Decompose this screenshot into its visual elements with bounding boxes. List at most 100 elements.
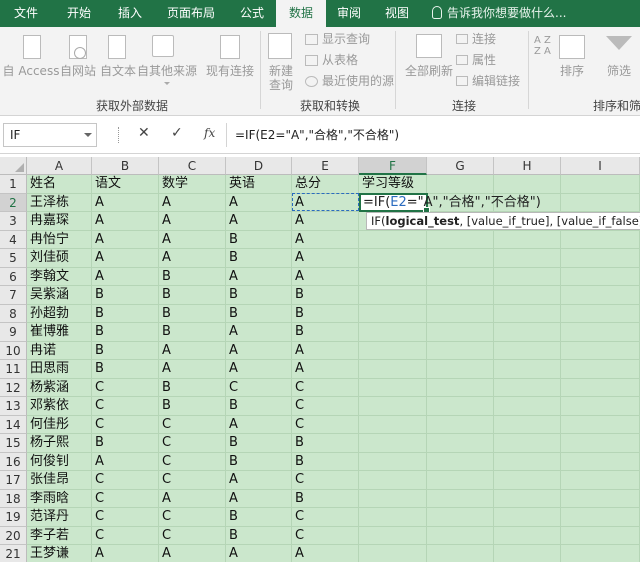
row-header-20[interactable]: 20 (0, 526, 27, 545)
worksheet-grid[interactable]: ABCDEFGHI 1 2 3 4 5 6 7 8 9 10 11 12 13 14 15 16 17 18 19 2… (0, 157, 640, 562)
data-cell-b5[interactable]: A (92, 249, 104, 267)
data-cell-c17[interactable]: C (159, 471, 171, 489)
data-cell-a15[interactable]: 杨子熙 (27, 434, 69, 452)
data-cell-e5[interactable]: A (292, 249, 304, 267)
row-header-15[interactable]: 15 (0, 434, 27, 453)
data-cell-a8[interactable]: 孙超勃 (27, 305, 69, 323)
data-cell-a2[interactable]: 王泽栋 (27, 194, 69, 212)
connections-button[interactable]: 连接 (472, 32, 496, 46)
data-cell-e10[interactable]: A (292, 342, 304, 360)
sort-az-button[interactable]: A ZZ A (534, 35, 551, 57)
from-access-button[interactable]: 自 Access (2, 64, 60, 78)
data-cell-c4[interactable]: A (159, 231, 171, 249)
data-cell-e15[interactable]: B (292, 434, 304, 452)
data-cell-e9[interactable]: B (292, 323, 304, 341)
column-header-h[interactable]: H (494, 157, 561, 175)
insert-function-icon[interactable]: fx (204, 126, 215, 140)
data-cell-b11[interactable]: B (92, 360, 104, 378)
row-header-4[interactable]: 4 (0, 230, 27, 249)
data-cell-d18[interactable]: A (226, 490, 238, 508)
tell-me-search[interactable]: 告诉我你想要做什么... (432, 0, 566, 27)
row-header-21[interactable]: 21 (0, 545, 27, 562)
data-cell-c11[interactable]: A (159, 360, 171, 378)
tab-data[interactable]: 数据 (276, 0, 326, 27)
data-cell-b13[interactable]: C (92, 397, 104, 415)
tab-home[interactable]: 开始 (52, 0, 106, 27)
data-cell-a18[interactable]: 李雨晗 (27, 490, 69, 508)
name-box[interactable]: IF (3, 123, 97, 147)
data-cell-b20[interactable]: C (92, 527, 104, 545)
data-cell-b14[interactable]: C (92, 416, 104, 434)
data-cell-b18[interactable]: C (92, 490, 104, 508)
row-header-19[interactable]: 19 (0, 508, 27, 527)
data-cell-a6[interactable]: 李翰文 (27, 268, 69, 286)
formula-input[interactable]: =IF(E2="A","合格","不合格") (226, 123, 640, 147)
data-cell-b9[interactable]: B (92, 323, 104, 341)
data-cell-d4[interactable]: B (226, 231, 238, 249)
cancel-icon[interactable]: ✕ (138, 125, 150, 141)
data-cell-d8[interactable]: B (226, 305, 238, 323)
row-header-12[interactable]: 12 (0, 378, 27, 397)
data-cell-c10[interactable]: A (159, 342, 171, 360)
data-cell-d17[interactable]: A (226, 471, 238, 489)
data-cell-c19[interactable]: C (159, 508, 171, 526)
data-cell-c7[interactable]: B (159, 286, 171, 304)
data-cell-d13[interactable]: B (226, 397, 238, 415)
tab-page-layout[interactable]: 页面布局 (154, 0, 228, 27)
data-cell-d21[interactable]: A (226, 545, 238, 562)
data-cell-c14[interactable]: C (159, 416, 171, 434)
data-cell-b12[interactable]: C (92, 379, 104, 397)
row-header-10[interactable]: 10 (0, 341, 27, 360)
tab-view[interactable]: 视图 (372, 0, 422, 27)
data-cell-a7[interactable]: 吴紫涵 (27, 286, 69, 304)
header-cell-b[interactable]: 语文 (92, 175, 121, 193)
properties-button[interactable]: 属性 (472, 53, 496, 67)
header-cell-a[interactable]: 姓名 (27, 175, 56, 193)
row-header-2[interactable]: 2 (0, 193, 27, 212)
data-cell-d20[interactable]: B (226, 527, 238, 545)
data-cell-d7[interactable]: B (226, 286, 238, 304)
row-header-14[interactable]: 14 (0, 415, 27, 434)
data-cell-e20[interactable]: C (292, 527, 304, 545)
enter-icon[interactable]: ✓ (171, 125, 183, 141)
data-cell-c2[interactable]: A (159, 194, 171, 212)
row-header-8[interactable]: 8 (0, 304, 27, 323)
tab-insert[interactable]: 插入 (106, 0, 154, 27)
data-cell-b19[interactable]: C (92, 508, 104, 526)
data-cell-e18[interactable]: B (292, 490, 304, 508)
data-cell-c20[interactable]: C (159, 527, 171, 545)
row-header-17[interactable]: 17 (0, 471, 27, 490)
column-header-b[interactable]: B (92, 157, 159, 175)
data-cell-e17[interactable]: C (292, 471, 304, 489)
from-table-button[interactable]: 从表格 (322, 53, 358, 67)
data-cell-c21[interactable]: A (159, 545, 171, 562)
data-cell-a21[interactable]: 王梦谦 (27, 545, 69, 562)
data-cell-e7[interactable]: B (292, 286, 304, 304)
column-header-a[interactable]: A (27, 157, 92, 175)
edit-links-button[interactable]: 编辑链接 (472, 74, 520, 88)
show-queries-button[interactable]: 显示查询 (322, 32, 370, 46)
data-cell-d11[interactable]: A (226, 360, 238, 378)
row-header-3[interactable]: 3 (0, 212, 27, 231)
refresh-all-button[interactable]: 全部刷新 (402, 64, 456, 78)
from-other-sources-button[interactable]: 自其他来源 (137, 64, 197, 78)
data-cell-a16[interactable]: 何俊钊 (27, 453, 69, 471)
chevron-down-icon[interactable] (84, 133, 92, 137)
data-cell-c15[interactable]: C (159, 434, 171, 452)
data-cell-c12[interactable]: B (159, 379, 171, 397)
filter-button[interactable]: 筛选 (603, 64, 635, 78)
column-header-f[interactable]: F (359, 157, 427, 175)
data-cell-a11[interactable]: 田思雨 (27, 360, 69, 378)
data-cell-e6[interactable]: A (292, 268, 304, 286)
data-cell-b15[interactable]: B (92, 434, 104, 452)
data-cell-c5[interactable]: A (159, 249, 171, 267)
data-cell-b2[interactable]: A (92, 194, 104, 212)
data-cell-d3[interactable]: A (226, 212, 238, 230)
cell-edit-text[interactable]: =IF(E2="A","合格","不合格") (361, 194, 541, 212)
from-web-button[interactable]: 自网站 (58, 64, 98, 78)
from-text-button[interactable]: 自文本 (98, 64, 138, 78)
row-header-7[interactable]: 7 (0, 286, 27, 305)
data-cell-d15[interactable]: B (226, 434, 238, 452)
row-header-18[interactable]: 18 (0, 489, 27, 508)
data-cell-b10[interactable]: B (92, 342, 104, 360)
